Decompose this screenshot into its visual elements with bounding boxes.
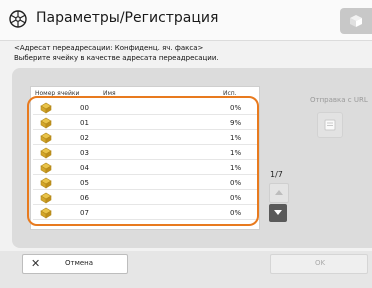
close-icon: ✕: [31, 257, 41, 270]
column-usage: Исп.: [223, 90, 237, 97]
box-usage: 9%: [230, 119, 242, 127]
scroll-down-button[interactable]: [269, 204, 287, 222]
box-usage: 1%: [230, 134, 242, 142]
table-row[interactable]: 00 0%: [33, 100, 259, 115]
box-number: 02: [80, 134, 89, 142]
mailbox-icon: [40, 117, 52, 129]
table-row[interactable]: 04 1%: [33, 160, 259, 175]
corner-cube-button[interactable]: [340, 8, 372, 34]
mailbox-icon: [40, 162, 52, 174]
url-send-label: Отправка с URL: [310, 96, 368, 104]
cube-icon: [350, 15, 362, 27]
ok-label: OK: [315, 259, 326, 267]
table-row[interactable]: 05 0%: [33, 175, 259, 190]
column-box-number: Номер ячейки: [35, 90, 80, 97]
box-usage: 0%: [230, 104, 242, 112]
box-usage: 0%: [230, 209, 242, 217]
page-indicator: 1/7: [270, 170, 283, 179]
mailbox-icon: [40, 147, 52, 159]
table-row[interactable]: 01 9%: [33, 115, 259, 130]
box-number: 04: [80, 164, 89, 172]
scroll-up-button[interactable]: [269, 183, 289, 203]
box-number: 07: [80, 209, 89, 217]
box-number: 06: [80, 194, 89, 202]
box-usage: 0%: [230, 194, 242, 202]
mailbox-icon: [40, 207, 52, 219]
box-number: 03: [80, 149, 89, 157]
instruction-destination: <Адресат переадресации: Конфиденц. яч. ф…: [14, 44, 204, 52]
url-send-button[interactable]: [317, 112, 343, 138]
table-row[interactable]: 07 0%: [33, 205, 259, 220]
box-usage: 1%: [230, 164, 242, 172]
mailbox-icon: [40, 132, 52, 144]
table-row[interactable]: 02 1%: [33, 130, 259, 145]
table-row[interactable]: 03 1%: [33, 145, 259, 160]
box-number: 00: [80, 104, 89, 112]
mailbox-icon: [40, 177, 52, 189]
document-icon: [324, 119, 336, 131]
column-name: Имя: [103, 90, 116, 97]
page-title: Параметры/Регистрация: [36, 10, 219, 26]
mailbox-icon: [40, 102, 52, 114]
arrow-up-icon: [275, 190, 283, 195]
ok-button[interactable]: OK: [270, 254, 368, 274]
instruction-select: Выберите ячейку в качестве адресата пере…: [14, 54, 219, 62]
mailbox-icon: [40, 192, 52, 204]
list-header: Номер ячейки Имя Исп.: [31, 87, 259, 99]
box-number: 05: [80, 179, 89, 187]
box-usage: 1%: [230, 149, 242, 157]
title-bar: Параметры/Регистрация: [0, 0, 372, 41]
cancel-button[interactable]: ✕ Отмена: [22, 254, 128, 274]
box-usage: 0%: [230, 179, 242, 187]
table-row[interactable]: 06 0%: [33, 190, 259, 205]
gear-wheel-icon: [9, 10, 27, 28]
arrow-down-icon: [274, 210, 282, 215]
box-number: 01: [80, 119, 89, 127]
cancel-label: Отмена: [65, 259, 94, 267]
